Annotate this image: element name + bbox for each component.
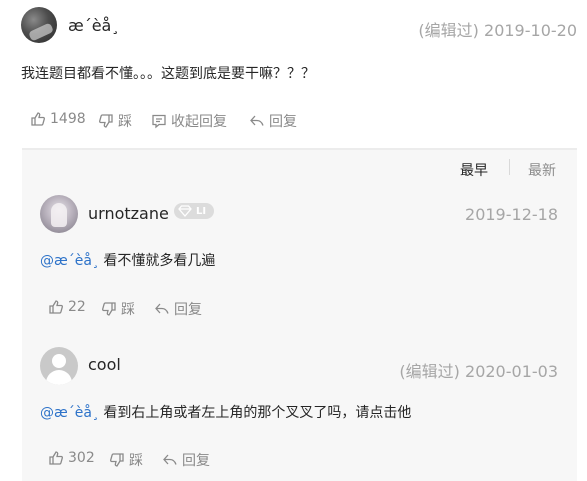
- reply-content: @æ´èå¸ 看不懂就多看几遍: [40, 250, 215, 270]
- sort-divider: [509, 159, 510, 175]
- sort-latest-tab[interactable]: 最新: [528, 160, 556, 180]
- mention-link[interactable]: @æ´èå¸: [40, 405, 99, 421]
- reply-avatar[interactable]: [40, 347, 78, 385]
- reply-text: 看不懂就多看几遍: [98, 253, 216, 269]
- post-username[interactable]: æ´èå¸: [68, 16, 119, 35]
- reply-dislike-label: 踩: [129, 453, 143, 469]
- reply-reply-button[interactable]: 回复: [162, 450, 210, 470]
- collapse-replies-label: 收起回复: [171, 114, 227, 130]
- reply-icon: [250, 115, 264, 126]
- reply-edited-label: (编辑过): [399, 362, 460, 381]
- comment-icon: [152, 114, 166, 129]
- reply-username[interactable]: urnotzane: [88, 204, 169, 223]
- post-dislike-label: 踩: [118, 114, 132, 130]
- reply-username[interactable]: cool: [88, 355, 121, 374]
- avatar[interactable]: [21, 7, 57, 43]
- reply-dislike-button[interactable]: 踩: [101, 299, 135, 319]
- reply-date: 2020-01-03: [465, 362, 558, 381]
- mention-link[interactable]: @æ´èå¸: [40, 253, 99, 269]
- post-like-button[interactable]: 1498: [30, 111, 86, 127]
- post-reply-label: 回复: [269, 114, 297, 130]
- reply-avatar[interactable]: [40, 195, 78, 233]
- level-badge: LI: [174, 203, 214, 219]
- thumbs-up-icon: [31, 112, 45, 126]
- post-dislike-button[interactable]: 踩: [98, 111, 132, 131]
- post-date: 2019-10-20: [484, 21, 577, 40]
- sort-earliest-tab[interactable]: 最早: [460, 160, 488, 180]
- post-like-count: 1498: [50, 111, 86, 127]
- diamond-icon: [178, 205, 192, 217]
- reply-icon: [163, 454, 177, 465]
- reply-meta: (编辑过) 2020-01-03: [399, 358, 558, 382]
- reply-reply-button[interactable]: 回复: [154, 299, 202, 319]
- thumbs-down-icon: [99, 114, 113, 128]
- level-badge-text: LI: [196, 205, 207, 217]
- post-content: 我连题目都看不懂。。。这题到底是要干嘛？？？: [21, 66, 315, 82]
- thumbs-up-icon: [49, 451, 63, 465]
- reply-dislike-label: 踩: [121, 302, 135, 318]
- reply-content: @æ´èå¸ 看到右上角或者左上角的那个叉叉了吗，请点击他: [40, 402, 411, 422]
- post-reply-button[interactable]: 回复: [249, 111, 297, 131]
- reply-dislike-button[interactable]: 踩: [109, 450, 143, 470]
- thumbs-up-icon: [49, 300, 63, 314]
- reply-like-count: 22: [68, 299, 86, 315]
- reply-reply-label: 回复: [174, 302, 202, 318]
- reply-icon: [155, 303, 169, 314]
- reply-like-button[interactable]: 22: [48, 299, 86, 315]
- reply-like-count: 302: [68, 450, 95, 466]
- post-edited-label: (编辑过): [418, 21, 479, 40]
- collapse-replies-button[interactable]: 收起回复: [151, 111, 227, 131]
- post-meta: (编辑过) 2019-10-20: [418, 17, 577, 41]
- reply-like-button[interactable]: 302: [48, 450, 95, 466]
- reply-reply-label: 回复: [182, 453, 210, 469]
- thumbs-down-icon: [110, 453, 124, 467]
- thumbs-down-icon: [102, 302, 116, 316]
- reply-date: 2019-12-18: [465, 205, 558, 224]
- reply-text: 看到右上角或者左上角的那个叉叉了吗，请点击他: [98, 405, 412, 421]
